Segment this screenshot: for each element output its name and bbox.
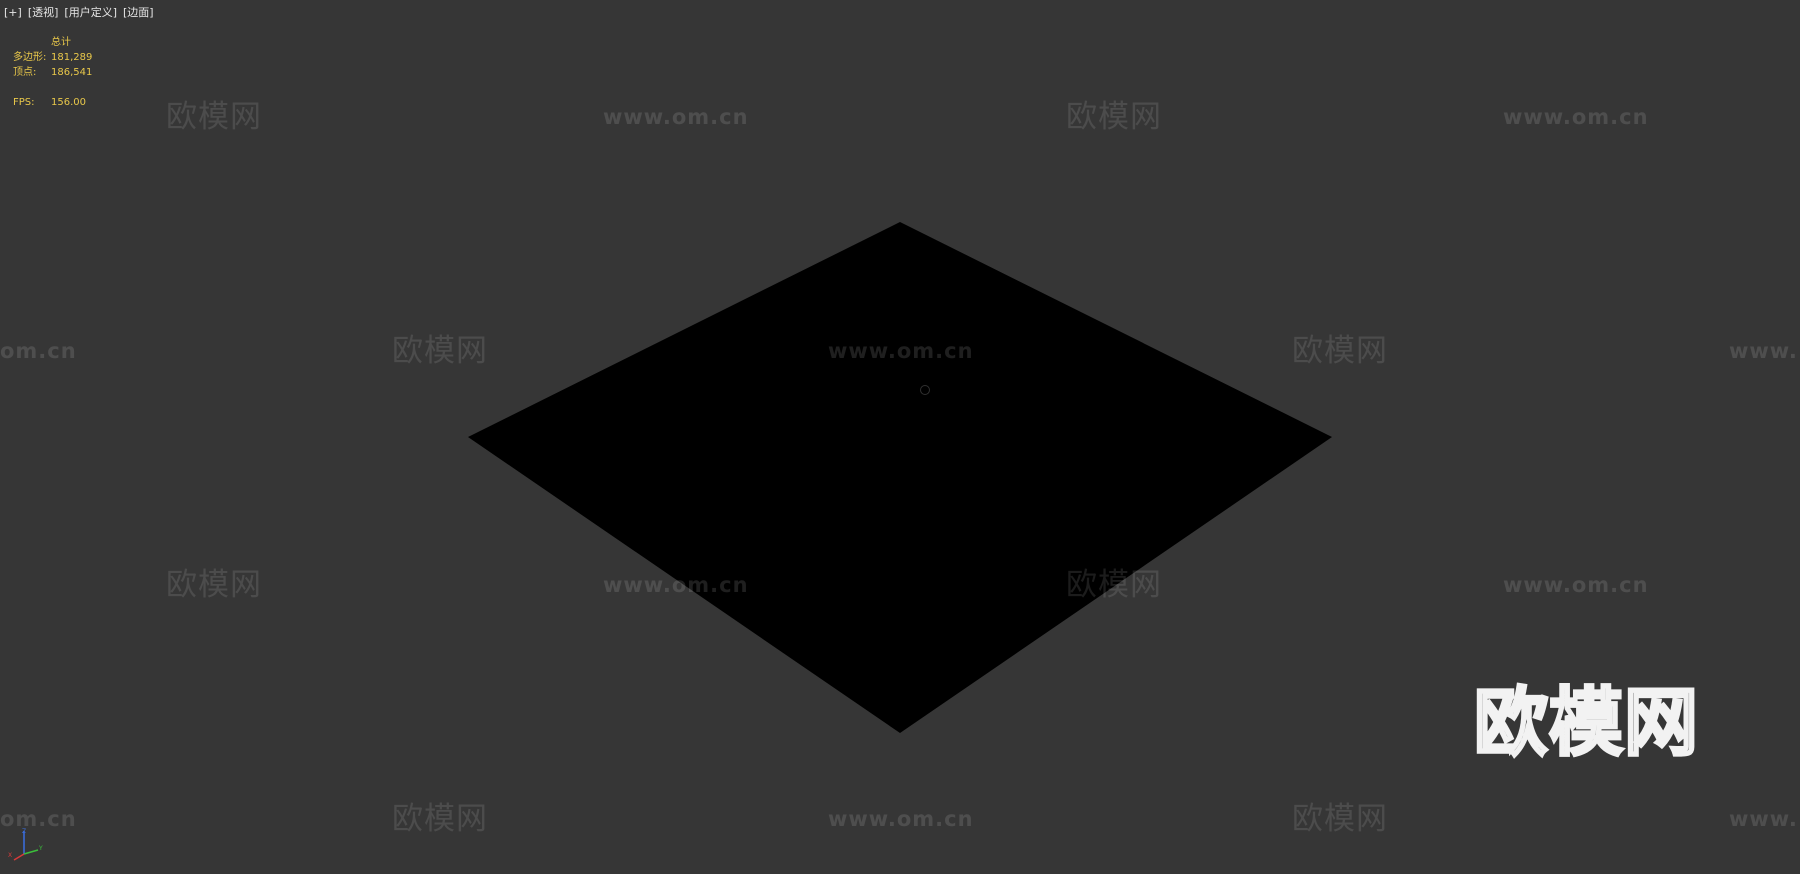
stats-header: 总计	[51, 37, 71, 48]
watermark-url: www.om.cn	[1503, 105, 1649, 129]
plane-mesh[interactable]	[468, 222, 1332, 733]
vertices-label: 顶点:	[13, 67, 37, 78]
fps-value: 156.00	[51, 97, 86, 108]
viewport-label-menu: [+] [透视] [用户定义] [边面]	[4, 6, 154, 20]
axis-z-label: Z	[22, 828, 26, 835]
watermark-url: www.om.cn	[1503, 573, 1649, 597]
pivot-marker	[920, 385, 930, 395]
polygons-label: 多边形:	[13, 52, 47, 63]
watermark-brand: 欧模网	[1292, 333, 1388, 369]
watermark-brand: 欧模网	[392, 801, 488, 837]
axis-gizmo-icon: Z X Y	[8, 828, 43, 861]
watermark-url: www.	[1729, 807, 1798, 831]
polygons-count: 181,289	[51, 52, 93, 63]
brand-logo-watermark: 欧模网	[1473, 679, 1700, 768]
viewport-menu-general[interactable]: [+]	[4, 6, 22, 20]
vertices-count: 186,541	[51, 67, 93, 78]
axis-x-label: X	[8, 852, 12, 859]
watermark-brand: 欧模网	[166, 567, 262, 603]
fps-label: FPS:	[13, 97, 35, 108]
watermark-url: www.om.cn	[603, 105, 749, 129]
watermark-url: www.om.cn	[828, 339, 974, 363]
viewport[interactable]: [+] [透视] [用户定义] [边面] 总计 多边形: 181,289 顶点:…	[0, 0, 1800, 874]
watermark-url: www.om.cn	[603, 573, 749, 597]
watermark-url: www.	[1729, 339, 1798, 363]
watermark-brand: 欧模网	[1066, 99, 1162, 135]
statistics-overlay: 总计 多边形: 181,289 顶点: 186,541 FPS: 156.00	[13, 35, 92, 110]
watermark-brand: 欧模网	[1292, 801, 1388, 837]
watermark-url: www.om.cn	[828, 807, 974, 831]
viewport-menu-display[interactable]: [边面]	[123, 6, 154, 20]
watermark-brand: 欧模网	[1066, 567, 1162, 603]
viewport-menu-view[interactable]: [透视]	[28, 6, 59, 20]
watermark-brand: 欧模网	[166, 99, 262, 135]
watermark-url: om.cn	[0, 339, 77, 363]
axis-y-label: Y	[38, 845, 43, 852]
viewport-menu-shading[interactable]: [用户定义]	[64, 6, 117, 20]
watermark-brand: 欧模网	[392, 333, 488, 369]
